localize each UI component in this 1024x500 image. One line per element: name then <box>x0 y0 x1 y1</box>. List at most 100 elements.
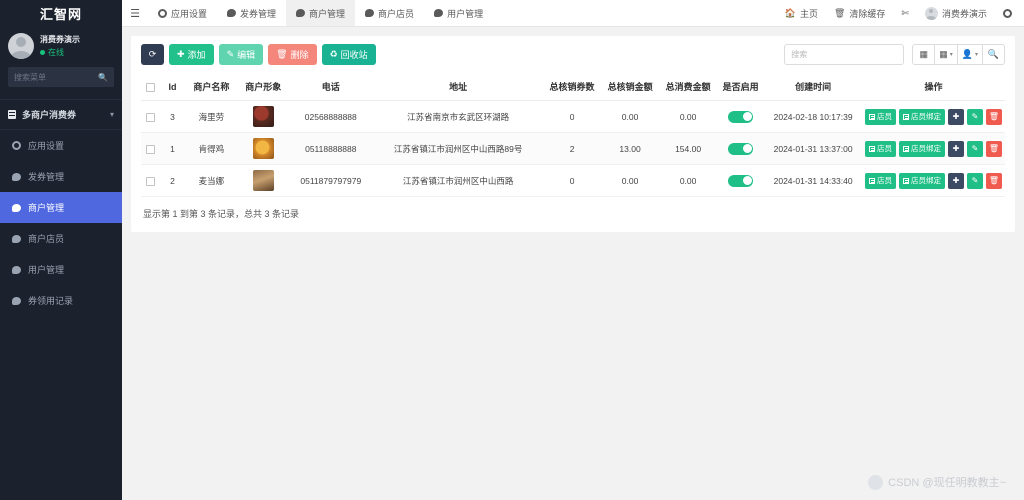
main-area: ☰ 应用设置 发券管理 商户管理 商户店员 用户管理 🏠 主页 🗑 清除缓存 ✄… <box>122 0 1024 500</box>
search-input[interactable] <box>784 44 905 65</box>
trash-icon[interactable]: 🗑 <box>986 140 1002 157</box>
menu-search-input[interactable] <box>14 72 108 82</box>
clear-cache-button[interactable]: 🗑 清除缓存 <box>826 0 893 27</box>
add-button[interactable]: ✚ 添加 <box>169 44 214 65</box>
tab-label: 商户店员 <box>378 8 415 19</box>
row-checkbox[interactable] <box>146 176 156 186</box>
sidebar-item-label: 用户管理 <box>28 265 65 275</box>
chevron-down-icon[interactable]: ▾ <box>110 110 114 119</box>
staff-bind-label: 店员绑定 <box>911 144 941 153</box>
move-icon[interactable]: ✚ <box>948 108 964 125</box>
merchant-photo <box>252 106 274 127</box>
move-icon[interactable]: ✚ <box>948 140 964 157</box>
enabled-toggle[interactable] <box>728 110 754 123</box>
home-button[interactable]: 🏠 主页 <box>777 0 826 27</box>
pencil-icon[interactable]: ✎ <box>967 172 983 189</box>
sidebar-item-user-management[interactable]: 用户管理 <box>0 254 122 285</box>
cell-verified-count: 0 <box>543 100 602 133</box>
sidebar-item-merchant-management[interactable]: 商户管理 <box>0 192 122 223</box>
staff-bind-button[interactable]: 店员绑定 <box>899 140 945 157</box>
cell-enabled <box>717 100 765 133</box>
chat-icon <box>12 172 21 181</box>
sidebar-search[interactable]: 🔍 <box>8 67 114 87</box>
edit-button[interactable]: ✎ 编辑 <box>218 44 264 65</box>
list-icon <box>869 113 875 120</box>
sidebar-item-coupon-issue[interactable]: 发券管理 <box>0 161 122 192</box>
search-icon[interactable]: 🔍 <box>982 44 1005 65</box>
delete-button[interactable]: 🗑 删除 <box>268 44 317 65</box>
fullscreen-button[interactable]: ✄ <box>893 0 917 27</box>
staff-button[interactable]: 店员 <box>865 140 896 157</box>
home-icon: 🏠 <box>784 7 796 18</box>
cell-address: 江苏省镇江市润州区中山西路 <box>373 164 544 197</box>
row-checkbox[interactable] <box>146 144 156 154</box>
tab-label: 发券管理 <box>240 8 277 19</box>
tab-user-management[interactable]: 用户管理 <box>424 0 493 26</box>
tab-app-settings[interactable]: 应用设置 <box>148 0 217 26</box>
hamburger-icon[interactable]: ☰ <box>122 0 148 26</box>
th-consume-amount: 总消费金额 <box>659 73 718 101</box>
merchant-table-card: ⟳ ✚ 添加 ✎ 编辑 🗑 删除 ♻ 回收站 搜索 ▦ ▦ ▾ 👤 ▾ 🔍 Id… <box>131 36 1015 232</box>
columns-icon[interactable]: ▦ <box>912 44 936 65</box>
grid-icon[interactable]: ▦ ▾ <box>934 44 958 65</box>
toolbar-right: ▦ ▦▾ 👤▾ 🔍 <box>784 44 1005 65</box>
row-checkbox[interactable] <box>146 112 156 122</box>
cell-name: 麦当娜 <box>184 164 239 197</box>
table-row[interactable]: 2 麦当娜 0511879797979 江苏省镇江市润州区中山西路 0 0.00… <box>141 164 1005 197</box>
nav-group-header[interactable]: 多商户消费券 ▾ <box>0 99 122 130</box>
list-icon <box>903 177 909 184</box>
user-name: 消费券演示 <box>40 35 80 44</box>
cell-phone: 02568888888 <box>288 100 374 133</box>
staff-bind-button[interactable]: 店员绑定 <box>899 172 945 189</box>
select-all-checkbox[interactable] <box>146 82 156 92</box>
cell-verified-count: 0 <box>543 164 602 197</box>
staff-bind-button[interactable]: 店员绑定 <box>899 108 945 125</box>
th-address: 地址 <box>373 73 544 101</box>
list-icon <box>903 113 909 120</box>
sidebar-user[interactable]: 消费券演示 在线 <box>0 27 122 67</box>
gear-icon <box>158 8 167 18</box>
cell-address: 江苏省镇江市润州区中山西路89号 <box>373 132 544 165</box>
cell-enabled <box>717 164 765 197</box>
cell-verified-amount: 0.00 <box>601 100 660 133</box>
staff-bind-label: 店员绑定 <box>911 112 941 121</box>
current-user-menu[interactable]: 消费券演示 <box>917 0 995 27</box>
settings-button[interactable] <box>995 0 1020 27</box>
pencil-icon[interactable]: ✎ <box>967 108 983 125</box>
enabled-toggle[interactable] <box>728 174 754 187</box>
nav-group-label: 多商户消费券 <box>22 110 77 120</box>
cell-address: 江苏省南京市玄武区环湖路 <box>373 100 544 133</box>
chat-icon <box>434 9 444 17</box>
staff-button[interactable]: 店员 <box>865 108 896 125</box>
tab-merchant-staff[interactable]: 商户店员 <box>355 0 424 26</box>
cell-consume-amount: 154.00 <box>659 132 718 165</box>
trash-icon[interactable]: 🗑 <box>986 172 1002 189</box>
th-enabled: 是否启用 <box>717 73 765 101</box>
recycle-bin-button[interactable]: ♻ 回收站 <box>321 44 376 65</box>
th-id: Id <box>160 73 185 101</box>
chevron-down-icon: ▾ <box>974 52 978 58</box>
clear-cache-label: 清除缓存 <box>849 8 886 19</box>
merchant-photo <box>252 170 274 191</box>
cell-created: 2024-01-31 14:33:40 <box>764 164 862 197</box>
trash-icon[interactable]: 🗑 <box>986 108 1002 125</box>
staff-button[interactable]: 店员 <box>865 172 896 189</box>
page-content: ⟳ ✚ 添加 ✎ 编辑 🗑 删除 ♻ 回收站 搜索 ▦ ▦ ▾ 👤 ▾ 🔍 Id… <box>122 27 1024 500</box>
user-status: 在线 <box>40 47 80 58</box>
pencil-icon[interactable]: ✎ <box>967 140 983 157</box>
table-row[interactable]: 3 海里劳 02568888888 江苏省南京市玄武区环湖路 0 0.00 0.… <box>141 100 1005 133</box>
sidebar-item-merchant-staff[interactable]: 商户店员 <box>0 223 122 254</box>
tab-label: 商户管理 <box>309 8 346 19</box>
sidebar-item-coupon-records[interactable]: 券领用记录 <box>0 285 122 316</box>
sidebar-item-app-settings[interactable]: 应用设置 <box>0 130 122 161</box>
chat-icon <box>227 9 237 17</box>
move-icon[interactable]: ✚ <box>948 172 964 189</box>
row-select <box>141 100 161 133</box>
person-icon[interactable]: 👤 ▾ <box>956 44 983 65</box>
tab-coupon-issue[interactable]: 发券管理 <box>217 0 286 26</box>
current-user-label: 消费券演示 <box>941 8 987 19</box>
tab-merchant-management[interactable]: 商户管理 <box>286 0 356 26</box>
refresh-button[interactable]: ⟳ <box>141 44 164 65</box>
enabled-toggle[interactable] <box>728 142 754 155</box>
table-row[interactable]: 1 肯得鸡 05118888888 江苏省镇江市润州区中山西路89号 2 13.… <box>141 132 1005 165</box>
